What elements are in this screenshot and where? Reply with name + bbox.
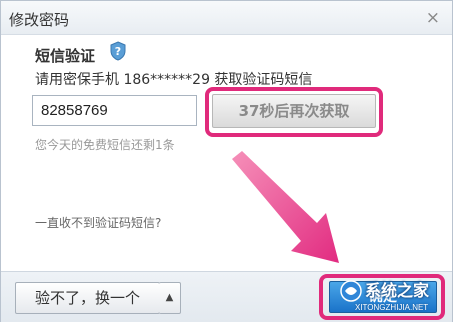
remaining-sms-text: 您今天的免费短信还剩1条 — [35, 138, 175, 152]
resend-code-button[interactable]: 37秒后再次获取 — [212, 94, 376, 128]
svg-text:?: ? — [115, 45, 121, 58]
verification-code-input[interactable] — [32, 95, 197, 126]
confirm-button[interactable]: 确定 — [329, 281, 437, 313]
shield-question-icon: ? — [110, 41, 126, 61]
change-password-dialog: 修改密码 × 短信验证 ? 请用密保手机 186******29 获取验证码短信… — [0, 0, 453, 322]
dialog-titlebar: 修改密码 × — [1, 1, 452, 35]
phone-info-text: 请用密保手机 186******29 获取验证码短信 — [35, 72, 313, 88]
switch-method-button[interactable]: 验不了，换一个 — [15, 282, 160, 314]
no-sms-help-link[interactable]: 一直收不到验证码短信? — [35, 214, 161, 231]
dialog-footer: 验不了，换一个 ▲ 确定 — [1, 271, 452, 322]
triangle-up-icon[interactable]: ▲ — [159, 282, 181, 314]
close-icon[interactable]: × — [426, 8, 440, 28]
sms-verification-heading: 短信验证 — [35, 47, 96, 65]
dialog-title: 修改密码 — [9, 11, 70, 29]
